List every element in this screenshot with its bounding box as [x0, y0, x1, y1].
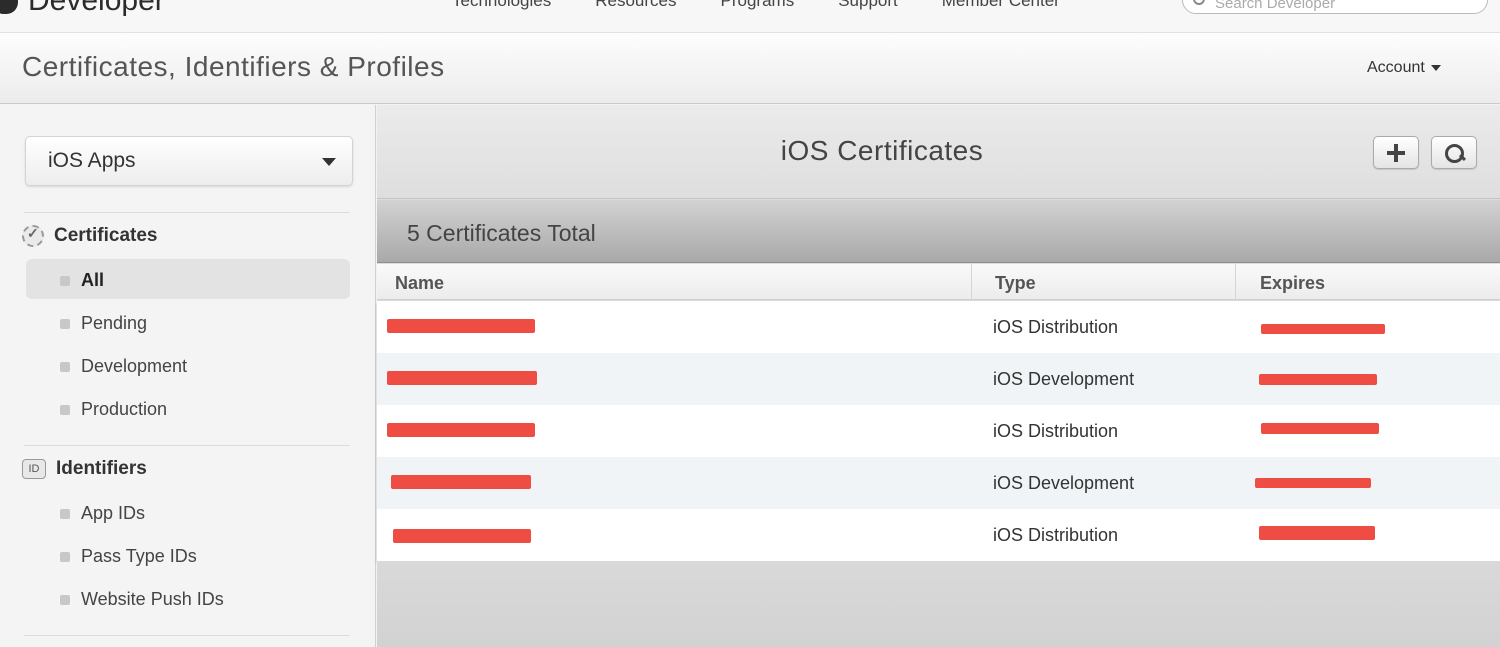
nav-link-support[interactable]: Support	[838, 0, 898, 11]
search-icon	[1193, 0, 1205, 5]
account-label: Account	[1367, 59, 1425, 76]
column-header-type[interactable]: Type	[995, 273, 1036, 294]
nav-links: Technologies Resources Programs Support …	[452, 0, 1060, 11]
brand-name: Developer	[28, 0, 165, 17]
redaction-mark	[387, 371, 537, 385]
brand[interactable]: Developer	[0, 0, 165, 18]
page-title: Certificates, Identifiers & Profiles	[22, 51, 445, 82]
sidebar-item-app-ids[interactable]: App IDs	[26, 492, 350, 532]
platform-select[interactable]: iOS Apps	[25, 136, 353, 186]
sidebar-item-all[interactable]: All	[26, 259, 350, 299]
section-certificates-label: Certificates	[54, 225, 158, 246]
search-placeholder: Search Developer	[1215, 0, 1336, 12]
sidebar-item-development[interactable]: Development	[26, 345, 350, 385]
redaction-mark	[1259, 526, 1375, 540]
sidebar-divider	[24, 445, 350, 446]
search-button[interactable]	[1431, 136, 1477, 169]
cell-type: iOS Development	[993, 369, 1135, 389]
cell-type: iOS Development	[993, 473, 1135, 493]
sidebar-item-label: Website Push IDs	[81, 589, 224, 609]
certificate-icon	[22, 225, 44, 247]
column-header-name[interactable]: Name	[395, 273, 444, 294]
redaction-mark	[393, 529, 531, 543]
cell-type: iOS Distribution	[993, 525, 1119, 545]
redaction-mark	[1255, 478, 1371, 488]
redaction-mark	[1259, 374, 1377, 385]
sidebar-item-label: Development	[81, 356, 188, 376]
section-identifiers-label: Identifiers	[56, 458, 147, 479]
table-row[interactable]: iOS Distribution	[377, 301, 1500, 353]
table-row[interactable]: iOS Distribution	[377, 405, 1500, 457]
id-badge-icon: ID	[22, 459, 46, 479]
sidebar-item-website-push-ids[interactable]: Website Push IDs	[26, 578, 350, 618]
sidebar-item-label: Pass Type IDs	[81, 546, 197, 566]
sidebar-item-pass-type-ids[interactable]: Pass Type IDs	[26, 535, 350, 575]
search-input[interactable]: Search Developer	[1182, 0, 1488, 14]
sidebar-item-label: App IDs	[81, 503, 146, 523]
sidebar-item-label: Production	[81, 399, 168, 419]
sidebar: iOS Apps Certificates All Pending Develo…	[0, 105, 376, 647]
section-identifiers: ID Identifiers	[22, 458, 147, 480]
redaction-mark	[1261, 423, 1379, 434]
sidebar-item-pending[interactable]: Pending	[26, 302, 350, 342]
nav-link-technologies[interactable]: Technologies	[452, 0, 551, 11]
section-certificates: Certificates	[22, 225, 158, 247]
count-bar: 5 Certificates Total	[377, 200, 1500, 263]
table-row[interactable]: iOS Development	[377, 457, 1500, 509]
page-header: Certificates, Identifiers & Profiles Acc…	[0, 32, 1500, 104]
redaction-mark	[1261, 324, 1385, 334]
main-panel: iOS Certificates 5 Certificates Total Na…	[377, 105, 1500, 647]
certificates-table: iOS Distribution iOS Development iOS Dis…	[377, 301, 1500, 561]
nav-link-resources[interactable]: Resources	[595, 0, 676, 11]
column-header-expires[interactable]: Expires	[1260, 273, 1325, 294]
apple-logo-icon	[0, 0, 18, 14]
nav-link-member-center[interactable]: Member Center	[942, 0, 1060, 11]
table-row[interactable]: iOS Development	[377, 353, 1500, 405]
sidebar-item-label: All	[81, 270, 105, 290]
certificate-count: 5 Certificates Total	[407, 220, 596, 246]
redaction-mark	[387, 319, 535, 333]
redaction-mark	[387, 423, 535, 437]
chevron-down-icon	[322, 158, 336, 166]
column-separator	[971, 264, 972, 300]
chevron-down-icon	[1430, 64, 1441, 71]
column-separator	[1235, 264, 1236, 300]
main-title: iOS Certificates	[780, 135, 984, 166]
redaction-mark	[391, 475, 531, 489]
sidebar-divider	[24, 635, 350, 636]
table-row[interactable]: iOS Distribution	[377, 509, 1500, 561]
add-certificate-button[interactable]	[1373, 136, 1419, 169]
sidebar-divider	[24, 212, 350, 213]
cell-type: iOS Distribution	[993, 317, 1119, 337]
sidebar-item-production[interactable]: Production	[26, 388, 350, 428]
main-header: iOS Certificates	[377, 105, 1500, 199]
main-footer-area	[377, 561, 1500, 647]
nav-link-programs[interactable]: Programs	[721, 0, 795, 11]
cell-type: iOS Distribution	[993, 421, 1119, 441]
table-header: Name Type Expires	[377, 264, 1500, 300]
global-nav: Developer Technologies Resources Program…	[0, 0, 1500, 32]
account-menu[interactable]: Account	[1367, 59, 1441, 77]
platform-select-value: iOS Apps	[48, 149, 136, 172]
sidebar-item-label: Pending	[81, 313, 148, 333]
